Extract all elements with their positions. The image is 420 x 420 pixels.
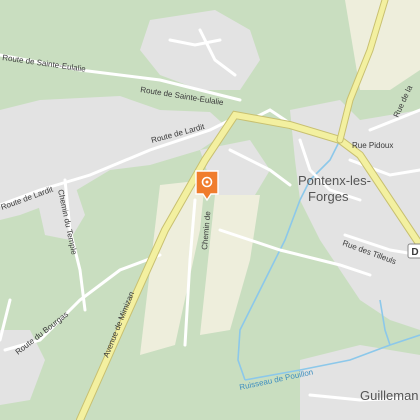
label-rue-pidoux: Rue Pidoux [352,141,393,150]
map-view[interactable]: D Route de Sainte-Eulalie Route de Saint… [0,0,420,420]
svg-text:D: D [411,247,418,258]
map-canvas: D Route de Sainte-Eulalie Route de Saint… [0,0,420,420]
label-town-line2: Forges [308,189,349,204]
label-guilleman: Guilleman [360,388,419,403]
road-shield: D [407,243,420,259]
label-town-line1: Pontenx-les- [298,173,371,188]
